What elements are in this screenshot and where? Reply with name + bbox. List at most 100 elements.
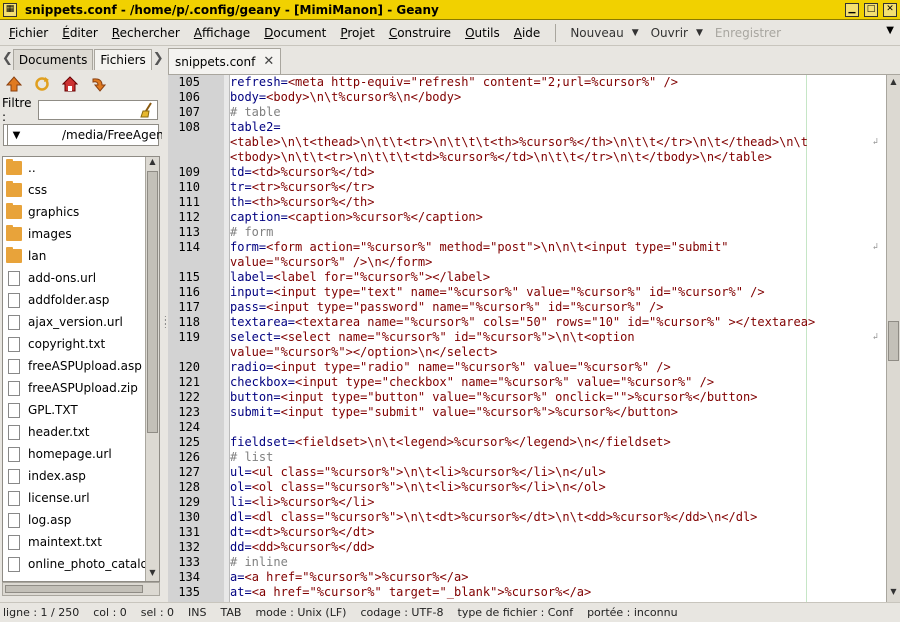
code-key: ul (230, 465, 245, 479)
hscroll-thumb[interactable] (5, 585, 143, 593)
path-combo[interactable]: /media/FreeAgentDrive ▼ (3, 124, 200, 146)
file-list-hscrollbar[interactable] (2, 582, 160, 596)
tab-files[interactable]: Fichiers (94, 49, 152, 70)
file-list-item[interactable]: homepage.url (3, 443, 159, 465)
line-number: 108 (178, 120, 200, 134)
clear-broom-icon[interactable] (140, 102, 154, 121)
file-list-scrollbar[interactable]: ▲ ▼ (145, 157, 159, 581)
window-menu-icon[interactable]: ▦ (3, 2, 17, 17)
code-line: 106 body=<body>\n\t%cursor%\n</body> (168, 90, 884, 105)
file-name: graphics (28, 205, 80, 219)
code-line: 116 input=<input type="text" name="%curso… (168, 285, 884, 300)
code-line: <tbody>\n\t\t<tr>\n\t\t\t<td>%cursor%</t… (168, 150, 884, 165)
go-to-icon[interactable] (90, 76, 106, 92)
sidebar: ❮ Documents Fichiers ❯ Filtre : /media/F… (0, 46, 200, 602)
line-number: 130 (178, 510, 200, 524)
editor-tab[interactable]: snippets.conf ✕ (168, 48, 282, 74)
file-name: license.url (28, 491, 90, 505)
line-number: 113 (178, 225, 200, 239)
toolbar-open[interactable]: Ouvrir ▼ (645, 26, 709, 40)
file-list-item[interactable]: css (3, 179, 159, 201)
file-list-item[interactable]: online_photo_catalog (3, 553, 159, 575)
code-value: <input type="checkbox" name="%cursor%" v… (295, 375, 715, 389)
menu-1[interactable]: Éditer (55, 26, 105, 40)
file-list-item[interactable]: index.asp (3, 465, 159, 487)
code-value: <dd>%cursor%</dd> (251, 540, 375, 554)
folder-icon (6, 181, 22, 197)
code-line: <table>\n\t<thead>\n\t\t<tr>\n\t\t\t<th>… (168, 135, 884, 150)
filter-input[interactable] (38, 100, 158, 120)
code-value: <tbody>\n\t\t<tr>\n\t\t\t<td>%cursor%</t… (230, 150, 772, 164)
scroll-down-icon[interactable]: ▼ (887, 587, 900, 600)
file-list-item[interactable]: freeASPUpload.asp (3, 355, 159, 377)
code-content: 105 refresh=<meta http-equiv="refresh" co… (168, 75, 884, 600)
menu-bar: Fichier Éditer Rechercher Affichage Document… (0, 20, 900, 46)
code-editor[interactable]: 105 refresh=<meta http-equiv="refresh" co… (168, 74, 900, 602)
tab-left-arrow-icon[interactable]: ❮ (2, 51, 13, 66)
file-list-item[interactable]: addfolder.asp (3, 289, 159, 311)
file-list-item[interactable]: license.url (3, 487, 159, 509)
new-label: Nouveau (570, 25, 624, 40)
file-list-item[interactable]: ajax_version.url (3, 311, 159, 333)
toolbar-new[interactable]: Nouveau ▼ (564, 26, 644, 40)
file-list-item[interactable]: graphics (3, 201, 159, 223)
menu-4[interactable]: Document (257, 26, 333, 40)
scroll-thumb[interactable] (147, 171, 158, 433)
scroll-thumb[interactable] (888, 321, 899, 361)
line-number: 106 (178, 90, 200, 104)
chevron-down-icon[interactable]: ▼ (7, 125, 25, 145)
code-value: <input type="password" name="%cursor%" i… (266, 300, 664, 314)
close-tab-icon[interactable]: ✕ (263, 54, 274, 69)
scroll-up-icon[interactable]: ▲ (887, 77, 900, 90)
close-icon[interactable]: ✕ (883, 2, 897, 17)
menu-6[interactable]: Construire (382, 26, 458, 40)
menu-8[interactable]: Aide (507, 26, 548, 40)
file-list-item[interactable]: log.asp (3, 509, 159, 531)
arrow-up-icon[interactable] (6, 76, 22, 92)
code-comment: # form (230, 225, 274, 239)
code-line: 129 li=<li>%cursor%</li> (168, 495, 884, 510)
file-list-item[interactable]: maintext.txt (3, 531, 159, 553)
code-line: 124 (168, 420, 884, 435)
menu-7[interactable]: Outils (458, 26, 507, 40)
code-key: form (230, 240, 259, 254)
line-number: 119 (178, 330, 200, 344)
editor-scrollbar[interactable]: ▲ ▼ (886, 75, 900, 602)
tab-documents[interactable]: Documents (12, 49, 94, 70)
maximize-icon[interactable]: □ (864, 2, 878, 17)
overflow-chevron-icon[interactable]: ▼ (886, 25, 894, 36)
code-value: <input type="button" value="%cursor%" on… (280, 390, 758, 404)
line-number: 115 (178, 270, 200, 284)
file-list-item[interactable]: lan (3, 245, 159, 267)
code-line: 120 radio=<input type="radio" name="%curs… (168, 360, 884, 375)
file-list-item[interactable]: copyright.txt (3, 333, 159, 355)
code-value: <fieldset>\n\t<legend>%cursor%</legend>\… (295, 435, 671, 449)
code-key: ol (230, 480, 245, 494)
code-line: 125 fieldset=<fieldset>\n\t<legend>%curso… (168, 435, 884, 450)
refresh-icon[interactable] (34, 76, 50, 92)
file-list-item[interactable]: images (3, 223, 159, 245)
code-line: 122 button=<input type="button" value="%c… (168, 390, 884, 405)
file-icon (8, 512, 20, 528)
home-icon[interactable] (62, 76, 78, 92)
code-line: 115 label=<label for="%cursor%"></label> (168, 270, 884, 285)
file-list-item[interactable]: .. (3, 157, 159, 179)
menu-5[interactable]: Projet (333, 26, 381, 40)
file-list-item[interactable]: add-ons.url (3, 267, 159, 289)
code-value: <input type="submit" value="%cursor%">%c… (280, 405, 678, 419)
file-name: images (28, 227, 72, 241)
toolbar-save[interactable]: Enregistrer (709, 26, 787, 40)
menu-0[interactable]: Fichier (2, 26, 55, 40)
file-name: copyright.txt (28, 337, 106, 351)
menu-2[interactable]: Rechercher (105, 26, 187, 40)
menu-3[interactable]: Affichage (187, 26, 257, 40)
minimize-icon[interactable]: ▁ (845, 2, 859, 17)
file-list-item[interactable]: GPL.TXT (3, 399, 159, 421)
file-name: maintext.txt (28, 535, 102, 549)
scroll-down-icon[interactable]: ▼ (146, 568, 159, 581)
scroll-up-icon[interactable]: ▲ (146, 157, 159, 170)
file-list-item[interactable]: header.txt (3, 421, 159, 443)
file-list-item[interactable]: freeASPUpload.zip (3, 377, 159, 399)
code-line: 130 dl=<dl class="%cursor%">\n\t<dt>%curs… (168, 510, 884, 525)
code-key: caption (230, 210, 281, 224)
